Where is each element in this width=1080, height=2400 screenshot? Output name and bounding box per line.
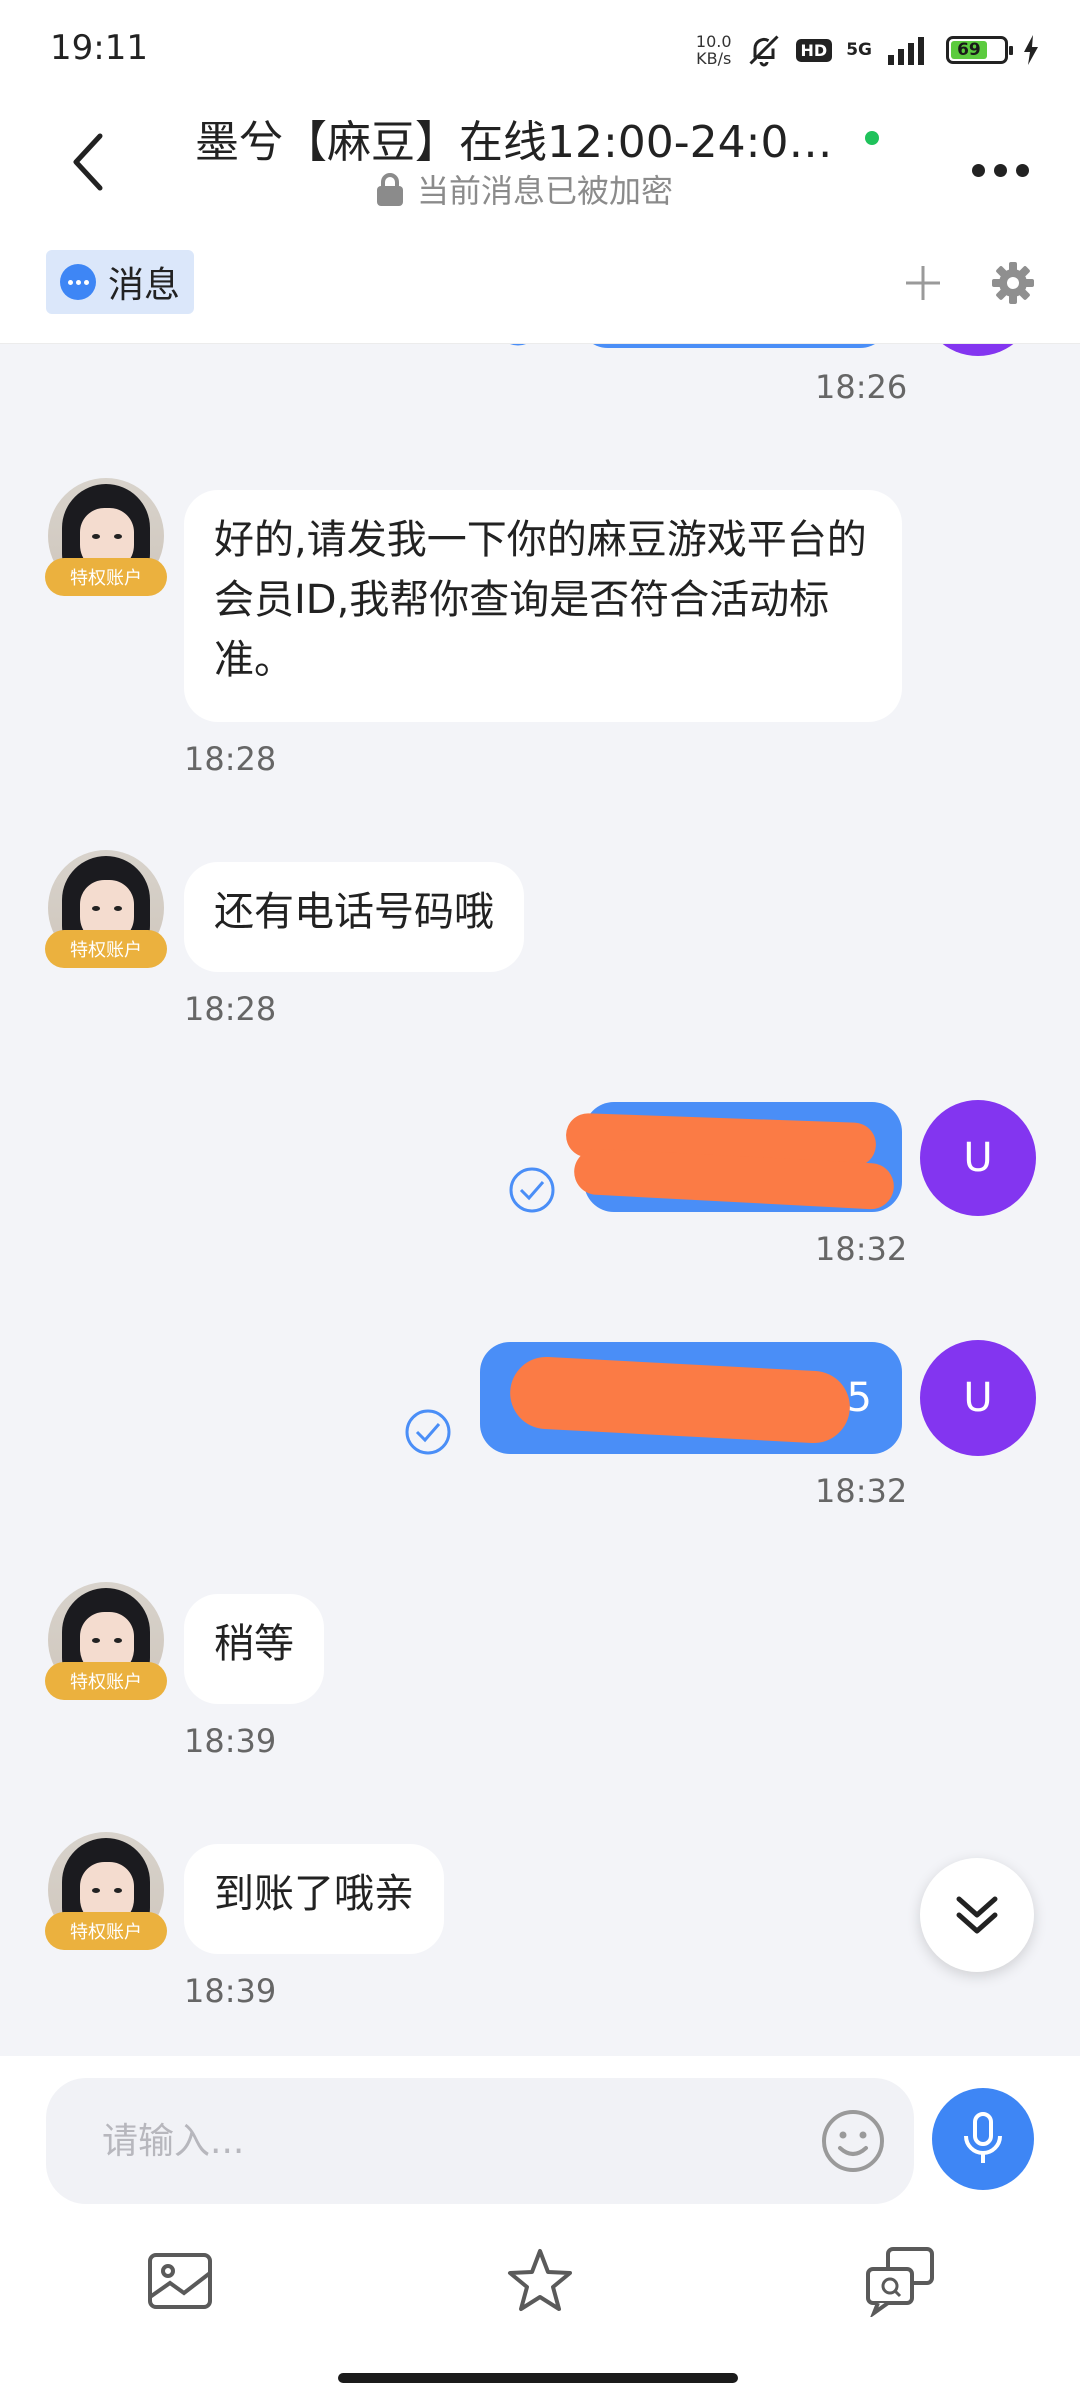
message-text: 5 [846,1375,872,1421]
scroll-to-bottom-button[interactable] [920,1858,1034,1972]
message-time: 18:28 [184,740,277,778]
chevron-left-icon [73,133,103,191]
message-list[interactable]: 18:26 特权账户 好的,请发我一下你的麻豆游戏平台的会员ID,我帮你查询是否… [0,344,1080,2056]
network-speed: 10.0 KB/s [695,32,732,68]
lock-icon [377,173,403,206]
message-time: 18:39 [184,1972,277,2010]
vip-badge: 特权账户 [45,1912,167,1950]
message-time: 18:26 [815,368,908,406]
user-avatar[interactable]: U [920,1340,1036,1456]
message-input[interactable] [102,2108,802,2174]
faq-chat-icon[interactable] [864,2245,936,2317]
voice-input-button[interactable] [932,2088,1034,2190]
user-avatar[interactable]: U [920,1100,1036,1216]
battery-icon: 69 [946,36,1013,64]
more-button[interactable] [960,140,1040,200]
incoming-message-bubble[interactable]: 好的,请发我一下你的麻豆游戏平台的会员ID,我帮你查询是否符合活动标准。 [184,490,902,722]
settings-gear-icon[interactable] [988,258,1038,308]
more-dot [971,163,985,177]
chat-title: 墨兮【麻豆】在线12:00-24:00… [195,117,845,168]
vip-badge: 特权账户 [45,558,167,596]
encryption-text: 当前消息已被加密 [417,172,674,210]
bottom-toolbar [0,2210,1080,2400]
emoji-icon[interactable] [820,2108,886,2174]
message-time: 18:32 [815,1230,908,1268]
more-dot [1015,163,1029,177]
composer [0,2056,1080,2210]
online-status-dot [865,131,879,145]
message-time: 18:32 [815,1472,908,1510]
incoming-message-bubble[interactable]: 到账了哦亲 [184,1844,444,1954]
chat-bubble-icon [60,264,96,300]
message-time: 18:39 [184,1722,277,1760]
network-type: 5G [846,40,872,60]
home-indicator[interactable] [338,2373,738,2383]
chat-title-area[interactable]: 墨兮【麻豆】在线12:00-24:00… [195,106,895,170]
add-icon[interactable] [898,258,948,308]
vip-badge: 特权账户 [45,1662,167,1700]
battery-level: 69 [951,40,987,60]
read-check-icon [509,1167,555,1213]
read-check-icon [510,344,526,346]
status-icons: 10.0 KB/s HD 5G 69 [696,30,1040,70]
chat-header: 墨兮【麻豆】在线12:00-24:00… 当前消息已被加密 [0,100,1080,240]
signal-icon [888,37,924,65]
status-time: 19:11 [50,28,148,68]
hd-badge: HD [795,38,833,62]
message-input-container[interactable] [46,2078,914,2204]
more-dot [993,163,1007,177]
tab-messages[interactable]: 消息 [46,250,195,314]
partial-user-avatar [920,344,1036,356]
read-check-icon [405,1409,451,1455]
tab-messages-label: 消息 [108,265,181,306]
incoming-message-bubble[interactable]: 还有电话号码哦 [184,862,524,972]
microphone-icon [964,2112,1002,2163]
incoming-message-bubble[interactable]: 稍等 [184,1594,324,1704]
vip-badge: 特权账户 [45,930,167,968]
charging-icon [1024,35,1038,65]
star-icon[interactable] [504,2245,576,2317]
tab-bar: 消息 [0,240,1080,344]
message-time: 18:28 [184,990,277,1028]
double-chevron-down-icon [956,1896,998,1934]
mute-bell-icon [748,35,779,67]
back-button[interactable] [48,122,128,202]
status-bar: 19:11 10.0 KB/s HD 5G 69 [0,0,1080,100]
partial-outgoing-bubble [578,344,890,348]
encryption-notice: 当前消息已被加密 [375,166,673,212]
image-icon[interactable] [144,2245,216,2317]
